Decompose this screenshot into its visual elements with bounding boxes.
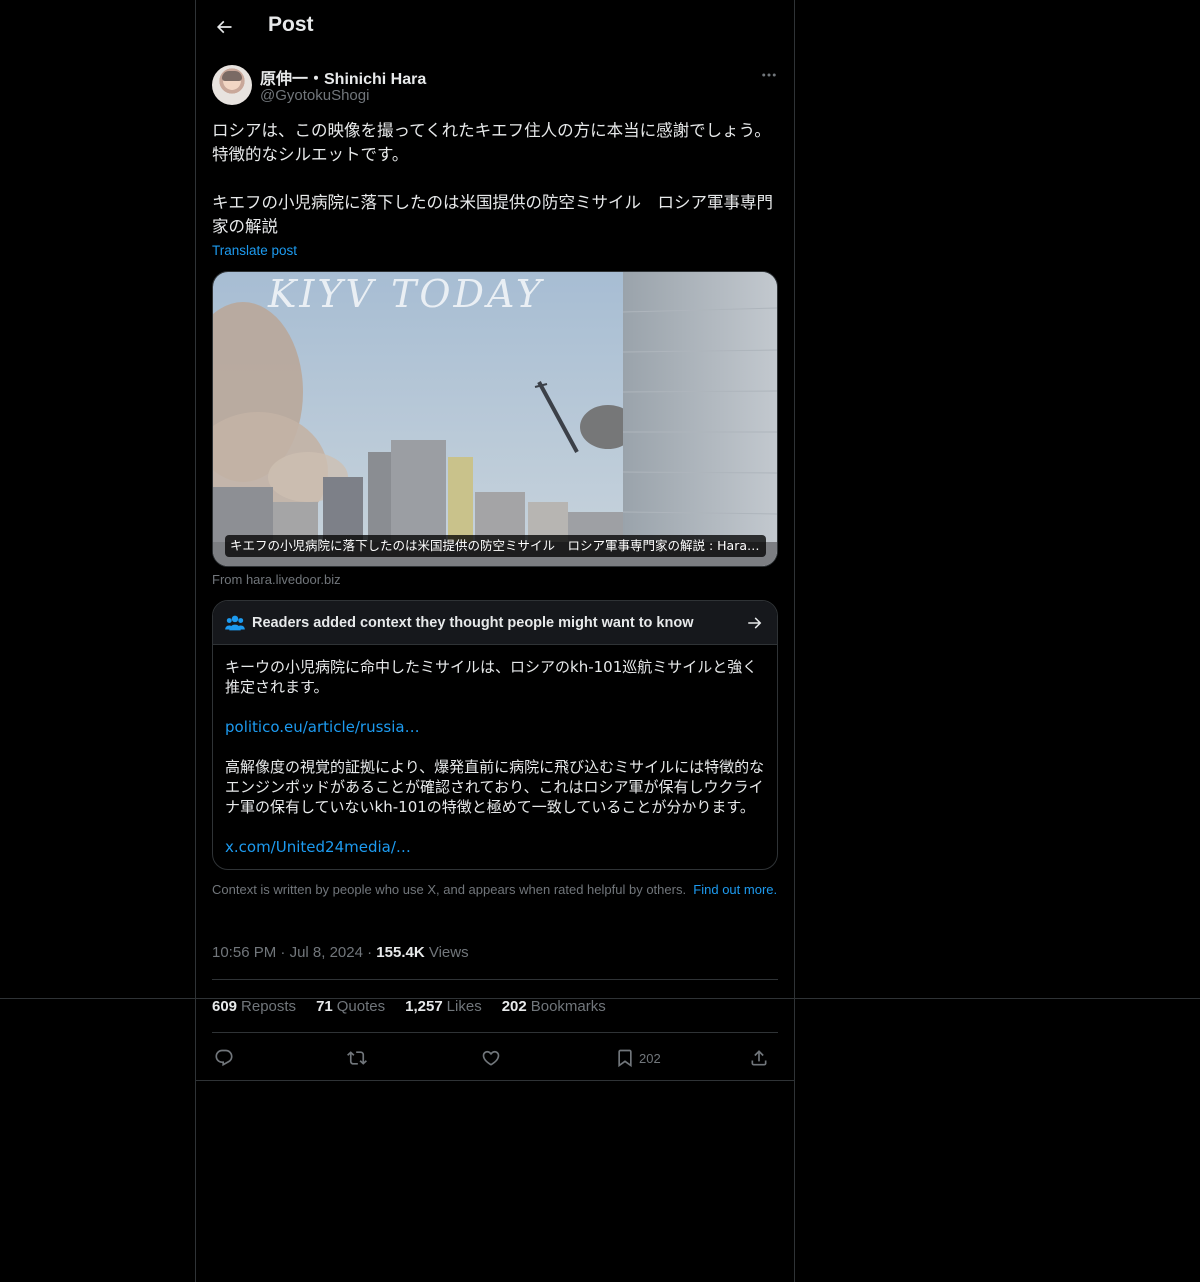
likes-stat[interactable]: 1,257 Likes xyxy=(405,998,482,1018)
back-button[interactable] xyxy=(210,13,238,41)
card-watermark: KIYV TODAY xyxy=(267,272,545,316)
reply-button[interactable] xyxy=(214,1043,234,1073)
bookmark-icon xyxy=(618,1049,632,1068)
note-link[interactable]: x.com/United24media/… xyxy=(225,837,767,857)
reposts-label: Reposts xyxy=(241,998,297,1015)
post-time[interactable]: 10:56 PM xyxy=(212,944,276,961)
post-stats: 609 Reposts 71 Quotes 1,257 Likes 202 Bookma… xyxy=(212,998,606,1018)
card-image: KIYV TODAY xyxy=(213,272,777,566)
arrow-right-icon xyxy=(748,617,762,629)
quotes-count: 71 xyxy=(316,998,333,1015)
likes-label: Likes xyxy=(446,998,482,1015)
action-bar: 202 xyxy=(212,1043,778,1073)
tweet-paragraph: キエフの小児病院に落下したのは米国提供の防空ミサイル ロシア軍事専門家の解説 xyxy=(212,193,773,236)
avatar[interactable] xyxy=(212,65,252,105)
heart-icon xyxy=(482,1050,500,1066)
views-count: 155.4K xyxy=(376,944,425,961)
share-button[interactable] xyxy=(749,1043,769,1073)
meta-dot: · xyxy=(367,944,373,961)
community-note-body: キーウの小児病院に命中したミサイルは、ロシアのkh-101巡航ミサイルと強く推定… xyxy=(225,657,767,857)
people-icon xyxy=(225,615,245,631)
note-text: 高解像度の視覚的証拠により、爆発直前に病院に飛び込むミサイルには特徴的なエンジン… xyxy=(225,758,765,816)
divider xyxy=(196,1080,794,1081)
share-icon xyxy=(751,1050,767,1066)
repost-icon xyxy=(347,1051,367,1065)
bookmark-button[interactable]: 202 xyxy=(615,1043,661,1073)
page-title: Post xyxy=(268,13,314,36)
post-date[interactable]: Jul 8, 2024 xyxy=(290,944,363,961)
author-handle[interactable]: @GyotokuShogi xyxy=(260,87,369,104)
card-source[interactable]: From hara.livedoor.biz xyxy=(212,572,341,587)
reply-icon xyxy=(215,1049,233,1067)
more-horizontal-icon xyxy=(762,73,776,77)
tweet-paragraph: ロシアは、この映像を撮ってくれたキエフ住人の方に本当に感謝でしょう。特徴的なシル… xyxy=(212,121,771,164)
note-text: キーウの小児病院に命中したミサイルは、ロシアのkh-101巡航ミサイルと強く推定… xyxy=(225,658,758,696)
page-header: Post xyxy=(196,0,794,54)
community-note-title: Readers added context they thought peopl… xyxy=(252,615,694,631)
community-note: Readers added context they thought peopl… xyxy=(212,600,778,870)
arrow-left-icon xyxy=(216,20,232,34)
card-caption: キエフの小児病院に落下したのは米国提供の防空ミサイル ロシア軍事専門家の解説 :… xyxy=(225,535,766,557)
author-display-name[interactable]: 原伸一・Shinichi Hara xyxy=(260,65,426,89)
repost-button[interactable] xyxy=(347,1043,367,1073)
main-column: Post 原伸一・Shinichi Hara @GyotokuShogi ロシア… xyxy=(195,0,795,1282)
community-note-footer: Context is written by people who use X, … xyxy=(212,882,778,898)
divider xyxy=(212,979,778,980)
community-note-header[interactable]: Readers added context they thought peopl… xyxy=(213,601,777,645)
post-meta: 10:56 PM · Jul 8, 2024 · 155.4K Views xyxy=(212,944,469,961)
like-button[interactable] xyxy=(481,1043,501,1073)
bookmarks-stat[interactable]: 202 Bookmarks xyxy=(502,998,606,1018)
divider xyxy=(212,1032,778,1033)
meta-dot: · xyxy=(280,944,286,961)
likes-count: 1,257 xyxy=(405,998,443,1015)
views-label: Views xyxy=(428,944,469,961)
more-options-button[interactable] xyxy=(756,65,782,85)
quotes-label: Quotes xyxy=(336,998,386,1015)
bookmarks-label: Bookmarks xyxy=(530,998,606,1015)
reposts-stat[interactable]: 609 Reposts xyxy=(212,998,296,1018)
quotes-stat[interactable]: 71 Quotes xyxy=(316,998,385,1018)
tweet-text: ロシアは、この映像を撮ってくれたキエフ住人の方に本当に感謝でしょう。特徴的なシル… xyxy=(212,119,778,239)
bookmark-count: 202 xyxy=(639,1050,661,1066)
link-preview-card[interactable]: KIYV TODAY キエフの小児病院に落下したのは米国提供の防空ミサイル ロシ… xyxy=(212,271,778,567)
translate-post-link[interactable]: Translate post xyxy=(212,243,297,258)
reposts-count: 609 xyxy=(212,998,238,1015)
bookmarks-count: 202 xyxy=(501,998,527,1015)
note-footer-text: Context is written by people who use X, … xyxy=(212,882,687,897)
note-link[interactable]: politico.eu/article/russia… xyxy=(225,717,767,737)
find-out-more-link[interactable]: Find out more. xyxy=(693,882,777,897)
